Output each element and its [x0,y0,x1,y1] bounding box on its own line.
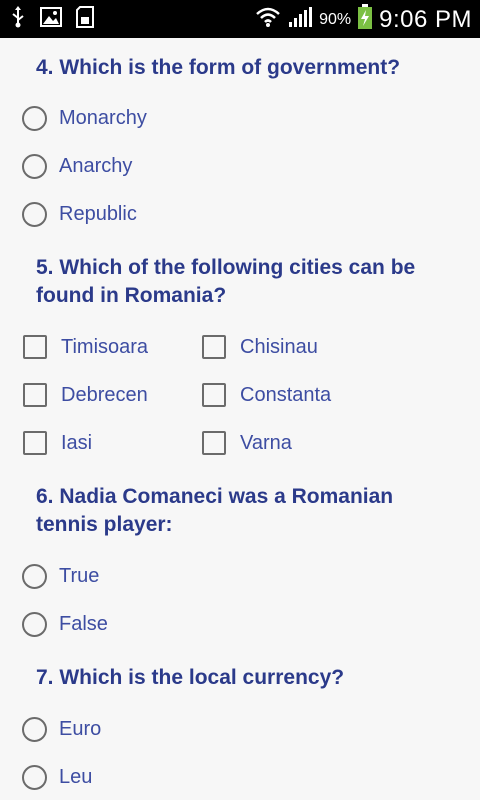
radio-button[interactable] [22,201,47,227]
checkbox[interactable] [202,383,226,407]
option-label: Republic [59,202,137,225]
radio-button[interactable] [22,105,47,131]
checkbox[interactable] [202,335,226,359]
radio-option-republic[interactable]: Republic [22,196,137,232]
question-title: 4. Which is the form of government? [36,56,401,79]
option-label: Varna [240,431,292,454]
wifi-icon [255,6,281,33]
question-title: 5. Which of the following cities can be … [36,256,416,307]
option-label: False [59,612,108,635]
battery-percent: 90% [319,10,352,28]
checkbox-option-timisoara[interactable]: Timisoara [23,329,148,365]
usb-icon [10,6,26,33]
status-bar-right: 90% 9:06 PM [255,4,472,35]
checkbox[interactable] [202,431,226,455]
status-bar-left [10,6,94,33]
radio-option-false[interactable]: False [22,606,108,642]
checkbox[interactable] [23,383,47,407]
option-label: Anarchy [59,154,133,177]
option-label: Constanta [240,383,332,406]
checkbox-option-iasi[interactable]: Iasi [23,425,92,461]
radio-option-leu[interactable]: Leu [22,759,92,795]
option-label: Euro [59,717,102,740]
option-label: True [59,564,100,587]
radio-button[interactable] [22,153,47,179]
sd-card-icon [76,6,94,33]
radio-button[interactable] [22,611,47,637]
checkbox[interactable] [23,335,47,359]
question-title: 7. Which is the local currency? [36,666,345,689]
radio-button[interactable] [22,764,47,790]
option-label: Monarchy [59,106,147,129]
checkbox-option-chisinau[interactable]: Chisinau [202,329,318,365]
option-label: Timisoara [61,335,149,358]
checkbox-option-constanta[interactable]: Constanta [202,377,331,413]
signal-icon [287,6,313,33]
checkbox-option-varna[interactable]: Varna [202,425,292,461]
option-label: Chisinau [240,335,318,358]
option-label: Iasi [61,431,93,454]
status-bar: 90% 9:06 PM [0,0,480,38]
radio-option-euro[interactable]: Euro [22,711,101,747]
checkbox[interactable] [23,431,47,455]
radio-button[interactable] [22,563,47,589]
radio-option-monarchy[interactable]: Monarchy [22,100,147,136]
radio-option-anarchy[interactable]: Anarchy [22,148,132,184]
battery-charging-icon [357,4,373,35]
clock: 9:06 PM [379,5,472,33]
option-label: Leu [59,765,93,788]
checkbox-option-debrecen[interactable]: Debrecen [23,377,148,413]
radio-option-true[interactable]: True [22,558,99,594]
question-title: 6. Nadia Comaneci was a Romanian tennis … [36,485,394,536]
quiz-scroll-view[interactable]: 4. Which is the form of government? Mona… [0,38,480,800]
option-label: Debrecen [61,383,148,406]
image-icon [40,7,62,32]
radio-button[interactable] [22,716,47,742]
